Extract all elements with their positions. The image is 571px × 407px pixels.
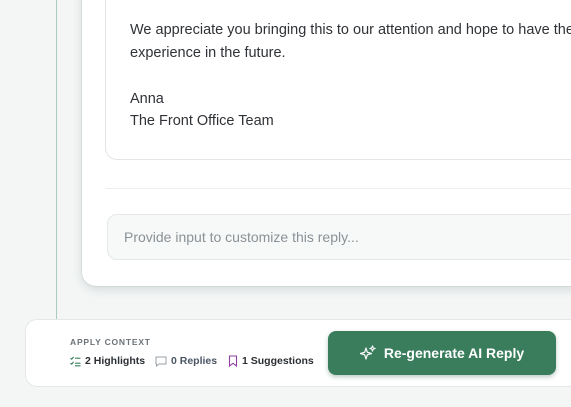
thread-accent-line [56,0,57,320]
divider [106,188,571,189]
signature-team: The Front Office Team [130,113,274,129]
suggestions-toggle[interactable]: 1 Suggestions [228,354,314,368]
highlights-toggle[interactable]: 2 Highlights [70,354,145,368]
sparkles-icon [359,345,376,360]
customize-reply-input[interactable] [107,214,571,260]
app-stage: We appreciate you bringing this to our a… [0,0,571,407]
replies-count: 0 Replies [171,355,218,367]
suggestions-count: 1 Suggestions [242,355,314,367]
regenerate-ai-reply-button[interactable]: Re-generate AI Reply [328,331,556,375]
highlights-count: 2 Highlights [85,355,146,367]
message-line: experience in the future. [130,45,286,61]
message-line: We appreciate you bringing this to our a… [130,22,571,38]
comment-icon [155,356,167,367]
bookmark-icon [228,355,238,367]
regenerate-button-label: Re-generate AI Reply [383,345,525,361]
replies-toggle[interactable]: 0 Replies [155,354,217,368]
apply-context-label: APPLY CONTEXT [70,337,151,347]
checklist-icon [70,356,81,366]
signature-name: Anna [130,91,164,107]
